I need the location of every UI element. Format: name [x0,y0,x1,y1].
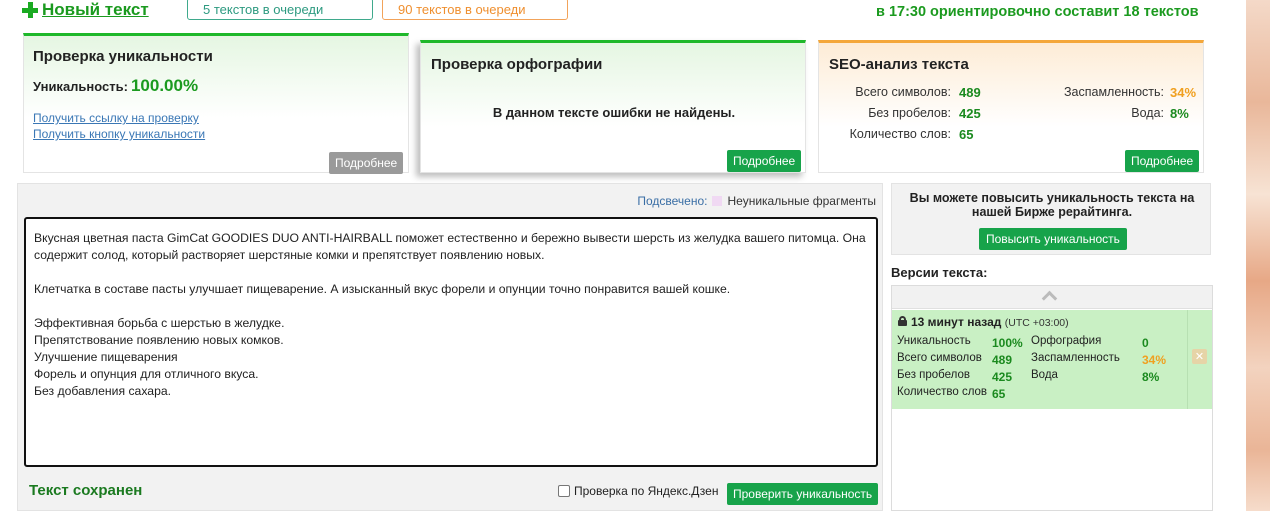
version-nospace-label: Без пробелов [897,369,970,381]
version-spam-label: Заспамленность [1031,352,1120,364]
highlight-legend: Подсвечено: Неуникальные фрагменты [637,194,876,208]
version-spell-value: 0 [1142,336,1149,350]
editor-panel: Подсвечено: Неуникальные фрагменты Вкусн… [17,183,883,511]
versions-title: Версии текста: [891,265,988,280]
highlight-legend-text: Неуникальные фрагменты [727,194,876,208]
version-water-label: Вода [1031,369,1058,381]
version-nospace-value: 425 [992,370,1013,384]
text-line: Клетчатка в составе пасты улучшает пищев… [34,282,731,296]
decorative-side-image [1246,0,1270,511]
highlight-label: Подсвечено: [637,194,708,208]
text-line [34,298,868,315]
uniqueness-card: Проверка уникальности Уникальность: 100.0… [23,33,409,174]
get-uniqueness-button-link[interactable]: Получить кнопку уникальности [33,127,205,141]
text-line: Улучшение пищеварения [34,350,178,364]
version-words-value: 65 [992,387,1006,401]
queue-button-large[interactable]: 90 текстов в очереди [382,0,568,20]
saved-status: Текст сохранен [29,482,143,499]
version-delete-column: ✕ [1187,310,1212,409]
versions-scroll-up[interactable] [892,286,1212,309]
promo-text: Вы можете повысить уникальность текста н… [909,191,1195,219]
text-line: Препятствование появлению новых комков. [34,333,284,347]
new-text-label: Новый текст [42,0,149,19]
spelling-more-button[interactable]: Подробнее [727,150,802,172]
chevron-up-icon [1041,290,1058,307]
spelling-card: Проверка орфографии В данном тексте ошиб… [420,40,806,173]
version-spam-value: 34% [1142,353,1167,367]
seo-no-spaces-label: Без пробелов: [868,106,951,120]
seo-row-chars: Всего символов: 489 Заспамленность: 34% [819,85,1205,103]
new-text-link[interactable]: Новый текст [22,0,149,20]
seo-spam-label: Заспамленность: [1063,85,1164,99]
check-uniqueness-button[interactable]: Проверить уникальность [727,483,879,505]
page: Новый текст 5 текстов в очереди 90 текст… [0,0,1270,511]
spelling-title: Проверка орфографии [431,56,603,73]
version-total-value: 489 [992,353,1013,367]
version-time-text: 13 минут назад [911,315,1002,329]
version-water-value: 8% [1142,370,1160,384]
version-total-label: Всего символов [897,352,982,364]
uniqueness-value: 100.00% [130,76,199,95]
highlight-swatch [712,196,723,206]
seo-card: SEO-анализ текста Всего символов: 489 За… [818,40,1204,173]
queue-forecast: в 17:30 ориентировочно составит 18 текст… [876,4,1199,20]
text-line: Форель и опунция для отличного вкуса. [34,367,259,381]
queue-button-small[interactable]: 5 текстов в очереди [187,0,373,20]
version-timezone: (UTC +03:00) [1004,317,1069,329]
spelling-message: В данном тексте ошибки не найдены. [492,105,736,120]
seo-words-value: 65 [959,127,974,142]
delete-icon[interactable]: ✕ [1192,349,1207,364]
plus-icon [22,2,38,18]
seo-row-nospace: Без пробелов: 425 Вода: 8% [819,106,1205,124]
text-line: Вкусная цветная паста GimCat GOODIES DUO… [34,231,866,245]
version-time: 13 минут назад (UTC +03:00) [911,315,1069,329]
seo-water-label: Вода: [1131,106,1164,120]
increase-uniqueness-button[interactable]: Повысить уникальность [979,228,1127,250]
text-line [34,264,868,281]
seo-words-label: Количество слов: [849,127,951,141]
version-uniq-label: Уникальность [897,335,971,347]
version-spell-label: Орфография [1031,335,1102,347]
rewrite-promo: Вы можете повысить уникальность текста н… [891,183,1211,255]
text-line: Без добавления сахара. [34,384,172,398]
version-words-label: Количество слов [897,386,988,398]
seo-water-value: 8% [1170,106,1189,121]
checkbox-box[interactable] [558,485,570,497]
seo-title: SEO-анализ текста [829,56,969,73]
text-line: Эффективная борьба с шерстью в желудке. [34,316,285,330]
versions-panel: 13 минут назад (UTC +03:00) Уникальность… [891,285,1213,511]
seo-total-chars-value: 489 [959,85,981,100]
lock-icon [898,316,907,326]
version-item[interactable]: 13 минут назад (UTC +03:00) Уникальность… [892,310,1187,409]
uniqueness-title: Проверка уникальности [33,48,213,65]
seo-row-words: Количество слов: 65 [819,127,1205,145]
uniqueness-result: Уникальность: 100.00% [33,76,198,96]
uniqueness-label: Уникальность: [33,79,128,94]
text-editor[interactable]: Вкусная цветная паста GimCat GOODIES DUO… [24,217,878,467]
seo-no-spaces-value: 425 [959,106,981,121]
get-check-link[interactable]: Получить ссылку на проверку [33,111,199,125]
seo-total-chars-label: Всего символов: [855,85,951,99]
version-uniq-value: 100% [992,336,1023,350]
text-line: содержит солод, который растворяет шерст… [34,248,545,262]
yandex-zen-label: Проверка по Яндекс.Дзен [574,484,719,498]
uniqueness-more-button[interactable]: Подробнее [329,152,404,174]
seo-more-button[interactable]: Подробнее [1125,150,1200,172]
yandex-zen-checkbox[interactable]: Проверка по Яндекс.Дзен [558,484,718,498]
seo-spam-value: 34% [1170,85,1197,100]
